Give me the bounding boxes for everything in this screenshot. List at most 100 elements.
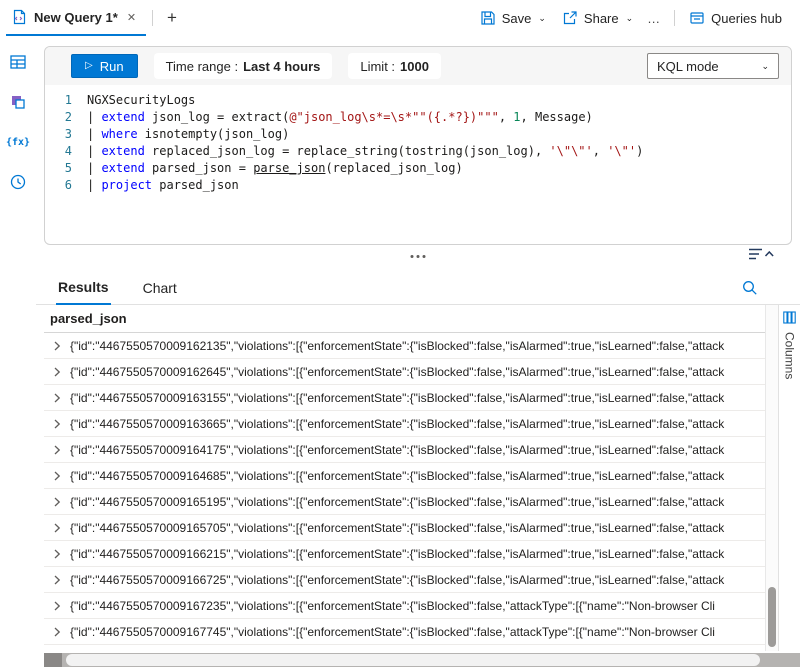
expand-row-icon[interactable] — [44, 419, 70, 429]
share-icon — [562, 10, 578, 26]
saved-queries-icon — [9, 93, 27, 111]
line-number: 5 — [45, 160, 87, 177]
topbar-actions: Save ⌄ Share ⌄ … Queries hub — [472, 6, 800, 30]
editor-line: 3| where isnotempty(json_log) — [45, 126, 791, 143]
expand-row-icon[interactable] — [44, 601, 70, 611]
code-line: | extend json_log = extract(@"json_log\s… — [87, 109, 593, 126]
queries-hub-button[interactable]: Queries hub — [681, 6, 790, 30]
row-json-text: {"id":"4467550570009167235","violations"… — [70, 599, 765, 613]
save-button[interactable]: Save ⌄ — [472, 6, 554, 30]
chevron-down-icon: ⌄ — [761, 61, 769, 72]
query-toolbar: ▷ Run Time range : Last 4 hours Limit : … — [45, 47, 791, 85]
main-area: ▷ Run Time range : Last 4 hours Limit : … — [36, 36, 800, 671]
row-json-text: {"id":"4467550570009165195","violations"… — [70, 495, 765, 509]
grid-rows: {"id":"4467550570009162135","violations"… — [44, 333, 765, 645]
time-range-button[interactable]: Time range : Last 4 hours — [154, 53, 333, 79]
expand-row-icon[interactable] — [44, 471, 70, 481]
table-row[interactable]: {"id":"4467550570009164175","violations"… — [44, 437, 765, 463]
query-editor-card: ▷ Run Time range : Last 4 hours Limit : … — [44, 46, 792, 245]
table-row[interactable]: {"id":"4467550570009162135","violations"… — [44, 333, 765, 359]
topbar: New Query 1* ✕ + Save ⌄ Share ⌄ … Querie… — [0, 0, 800, 36]
sidebar-item-tables[interactable] — [6, 50, 30, 74]
editor-results-splitter — [36, 245, 800, 271]
column-header-label: parsed_json — [50, 311, 127, 326]
search-icon[interactable] — [742, 280, 758, 296]
sidebar-item-saved-queries[interactable] — [6, 90, 30, 114]
vertical-scrollbar-thumb[interactable] — [768, 587, 776, 647]
horizontal-scrollbar-thumb[interactable] — [66, 654, 760, 666]
horizontal-scrollbar[interactable] — [44, 653, 800, 667]
results-panel: Results Chart parsed_json {"id":"4467550… — [36, 271, 800, 667]
line-number: 4 — [45, 143, 87, 160]
close-tab-icon[interactable]: ✕ — [127, 11, 136, 24]
query-file-icon — [12, 9, 27, 25]
expand-row-icon[interactable] — [44, 445, 70, 455]
row-json-text: {"id":"4467550570009162135","violations"… — [70, 339, 765, 353]
share-label: Share — [584, 11, 619, 26]
line-number: 6 — [45, 177, 87, 194]
table-row[interactable]: {"id":"4467550570009167235","violations"… — [44, 593, 765, 619]
vertical-scrollbar[interactable] — [765, 305, 778, 651]
expand-row-icon[interactable] — [44, 497, 70, 507]
editor-line: 2| extend json_log = extract(@"json_log\… — [45, 109, 791, 126]
collapse-editor-icon[interactable] — [748, 247, 774, 261]
tab-title: New Query 1* — [34, 10, 118, 25]
tab-results[interactable]: Results — [56, 279, 111, 305]
expand-row-icon[interactable] — [44, 575, 70, 585]
code-line: | where isnotempty(json_log) — [87, 126, 289, 143]
chevron-down-icon: ⌄ — [626, 13, 634, 24]
table-row[interactable]: {"id":"4467550570009166215","violations"… — [44, 541, 765, 567]
expand-row-icon[interactable] — [44, 367, 70, 377]
play-icon: ▷ — [85, 61, 93, 71]
functions-icon: {fx} — [6, 137, 30, 148]
expand-row-icon[interactable] — [44, 523, 70, 533]
tab-new-query[interactable]: New Query 1* ✕ — [6, 0, 146, 36]
expand-row-icon[interactable] — [44, 549, 70, 559]
sidebar-item-query-history[interactable] — [6, 170, 30, 194]
editor-line: 5| extend parsed_json = parse_json(repla… — [45, 160, 791, 177]
limit-button[interactable]: Limit : 1000 — [348, 53, 441, 79]
row-json-text: {"id":"4467550570009165705","violations"… — [70, 521, 765, 535]
kql-mode-select[interactable]: KQL mode ⌄ — [647, 53, 779, 79]
editor-line: 4| extend replaced_json_log = replace_st… — [45, 143, 791, 160]
row-json-text: {"id":"4467550570009164685","violations"… — [70, 469, 765, 483]
left-rail: {fx} — [0, 36, 36, 671]
row-json-text: {"id":"4467550570009163155","violations"… — [70, 391, 765, 405]
table-row[interactable]: {"id":"4467550570009165705","violations"… — [44, 515, 765, 541]
expand-row-icon[interactable] — [44, 341, 70, 351]
table-row[interactable]: {"id":"4467550570009167745","violations"… — [44, 619, 765, 645]
line-number: 3 — [45, 126, 87, 143]
queries-hub-icon — [689, 10, 705, 26]
new-tab-button[interactable]: + — [159, 8, 185, 28]
columns-panel-label: Columns — [783, 332, 797, 379]
table-row[interactable]: {"id":"4467550570009162645","violations"… — [44, 359, 765, 385]
editor-line: 1NGXSecurityLogs — [45, 92, 791, 109]
table-row[interactable]: {"id":"4467550570009164685","violations"… — [44, 463, 765, 489]
share-button[interactable]: Share ⌄ — [554, 6, 641, 30]
table-row[interactable]: {"id":"4467550570009165195","violations"… — [44, 489, 765, 515]
table-row[interactable]: {"id":"4467550570009166725","violations"… — [44, 567, 765, 593]
row-json-text: {"id":"4467550570009166725","violations"… — [70, 573, 765, 587]
results-grid-wrap: parsed_json {"id":"4467550570009162135",… — [36, 305, 800, 651]
table-row[interactable]: {"id":"4467550570009163665","violations"… — [44, 411, 765, 437]
editor-line: 6| project parsed_json — [45, 177, 791, 194]
row-json-text: {"id":"4467550570009163665","violations"… — [70, 417, 765, 431]
queries-hub-label: Queries hub — [711, 11, 782, 26]
row-json-text: {"id":"4467550570009166215","violations"… — [70, 547, 765, 561]
run-button[interactable]: ▷ Run — [71, 54, 138, 78]
query-editor[interactable]: 1NGXSecurityLogs2| extend json_log = ext… — [45, 85, 791, 244]
expand-row-icon[interactable] — [44, 627, 70, 637]
kql-mode-label: KQL mode — [657, 59, 719, 74]
table-row[interactable]: {"id":"4467550570009163155","violations"… — [44, 385, 765, 411]
columns-panel-toggle[interactable]: Columns — [778, 305, 800, 651]
sidebar-item-functions[interactable]: {fx} — [6, 130, 30, 154]
more-actions-button[interactable]: … — [641, 7, 668, 30]
results-tab-bar: Results Chart — [36, 271, 800, 305]
horizontal-scrollbar-corner — [44, 653, 62, 667]
row-json-text: {"id":"4467550570009162645","violations"… — [70, 365, 765, 379]
column-header[interactable]: parsed_json — [44, 305, 765, 333]
row-json-text: {"id":"4467550570009164175","violations"… — [70, 443, 765, 457]
tab-chart[interactable]: Chart — [141, 280, 179, 304]
resize-handle-icon[interactable] — [411, 255, 426, 258]
expand-row-icon[interactable] — [44, 393, 70, 403]
